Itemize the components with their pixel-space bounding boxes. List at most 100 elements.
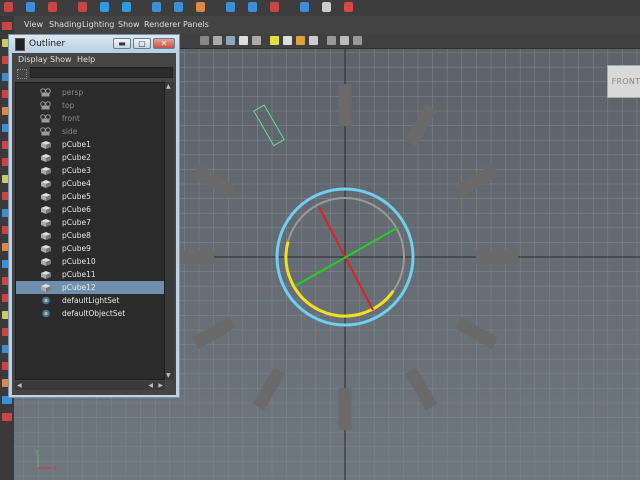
- outliner-menu-bar: Display Show Help: [12, 53, 176, 66]
- rotate-yellow-arc: [284, 241, 395, 318]
- svg-text:y: y: [35, 448, 39, 455]
- scroll-up-icon[interactable]: ▲: [166, 83, 171, 90]
- camera-icon: [40, 114, 51, 123]
- horizontal-scrollbar[interactable]: ◀ ◀ ▶: [15, 381, 165, 390]
- outliner-list[interactable]: persp top front side pCube1 pCube2 pCube3 pCube…: [15, 82, 165, 380]
- svg-text:x: x: [53, 465, 57, 472]
- outliner-item-label: pCube1: [62, 140, 91, 149]
- mesh-icon: [41, 219, 51, 227]
- toolbar-tool-icon[interactable]: [4, 2, 13, 12]
- outliner-item[interactable]: pCube2: [16, 151, 164, 164]
- outliner-menu-show[interactable]: Show: [50, 55, 72, 64]
- panel-tool-icon[interactable]: [327, 36, 336, 45]
- toolbar-tool-icon[interactable]: [322, 2, 331, 12]
- toolbar-tool-icon[interactable]: [26, 2, 35, 12]
- panel-tool-icon[interactable]: [226, 36, 235, 45]
- outliner-item[interactable]: persp: [16, 86, 164, 99]
- panel-tool-icon[interactable]: [213, 36, 222, 45]
- panel-tool-icon[interactable]: [239, 36, 248, 45]
- outliner-item[interactable]: top: [16, 99, 164, 112]
- menu-panels[interactable]: Panels: [183, 20, 209, 29]
- outliner-item[interactable]: pCube12: [16, 281, 164, 294]
- outliner-item[interactable]: pCube10: [16, 255, 164, 268]
- mesh-icon: [41, 245, 51, 253]
- outliner-item[interactable]: pCube1: [16, 138, 164, 151]
- maximize-button[interactable]: ▢: [133, 38, 151, 49]
- outliner-item-label: pCube10: [62, 257, 96, 266]
- outliner-item-label: defaultLightSet: [62, 296, 120, 305]
- panel-tool-icon[interactable]: [283, 36, 292, 45]
- panel-tool-icon[interactable]: [270, 36, 279, 45]
- camera-icon: [40, 127, 51, 136]
- panel-tool-icon[interactable]: [353, 36, 362, 45]
- outliner-item[interactable]: pCube6: [16, 203, 164, 216]
- vertical-scrollbar[interactable]: ▲ ▼: [165, 82, 174, 380]
- menu-show[interactable]: Show: [118, 20, 140, 29]
- scroll-right-icon[interactable]: ▶: [158, 382, 163, 389]
- axis-gizmo-icon: y x: [35, 448, 57, 472]
- outliner-menu-display[interactable]: Display: [18, 55, 48, 64]
- outliner-item[interactable]: pCube7: [16, 216, 164, 229]
- minimize-button[interactable]: ▬: [113, 38, 131, 49]
- menu-shading[interactable]: Shading: [49, 20, 82, 29]
- camera-icon: [40, 88, 51, 97]
- panel-tool-icon[interactable]: [252, 36, 261, 45]
- outliner-item-label: pCube5: [62, 192, 91, 201]
- scroll-down-icon[interactable]: ▼: [166, 372, 171, 379]
- outliner-window[interactable]: Outliner ▬ ▢ ✕ Display Show Help persp top f…: [8, 34, 180, 398]
- menu-view[interactable]: View: [24, 20, 43, 29]
- outliner-item[interactable]: pCube4: [16, 177, 164, 190]
- outliner-search-input[interactable]: [30, 67, 173, 78]
- close-button[interactable]: ✕: [153, 38, 175, 49]
- outliner-title-bar[interactable]: Outliner ▬ ▢ ✕: [9, 35, 179, 53]
- outliner-item-label: pCube12: [62, 283, 96, 292]
- toolbar-tool-icon[interactable]: [152, 2, 161, 12]
- menu-lighting[interactable]: Lighting: [82, 20, 114, 29]
- toolbar-tool-icon[interactable]: [196, 2, 205, 12]
- outliner-item-label: side: [62, 127, 78, 136]
- set-icon: [42, 309, 50, 318]
- set-icon: [42, 296, 50, 305]
- toolbar-tool-icon[interactable]: [174, 2, 183, 12]
- toolbar-tool-icon[interactable]: [100, 2, 109, 12]
- outliner-item[interactable]: pCube9: [16, 242, 164, 255]
- shelf-tool-icon[interactable]: [2, 413, 12, 421]
- outliner-item[interactable]: pCube11: [16, 268, 164, 281]
- filter-icon[interactable]: [17, 69, 27, 79]
- panel-tool-icon[interactable]: [309, 36, 318, 45]
- menu-renderer[interactable]: Renderer: [144, 20, 181, 29]
- scroll-left-icon[interactable]: ◀: [148, 382, 153, 389]
- outliner-item[interactable]: side: [16, 125, 164, 138]
- shelf-tool-icon[interactable]: [2, 22, 12, 30]
- outliner-item[interactable]: pCube3: [16, 164, 164, 177]
- outliner-item-label: pCube9: [62, 244, 91, 253]
- outliner-item-label: pCube4: [62, 179, 91, 188]
- mesh-icon: [41, 258, 51, 266]
- toolbar-tool-icon[interactable]: [300, 2, 309, 12]
- toolbar-tool-icon[interactable]: [122, 2, 131, 12]
- toolbar-tool-icon[interactable]: [78, 2, 87, 12]
- outliner-menu-help[interactable]: Help: [77, 55, 95, 64]
- outliner-item[interactable]: pCube8: [16, 229, 164, 242]
- panel-tool-icon[interactable]: [340, 36, 349, 45]
- panel-tool-icon[interactable]: [200, 36, 209, 45]
- toolbar-tool-icon[interactable]: [270, 2, 279, 12]
- toolbar-tool-icon[interactable]: [226, 2, 235, 12]
- mesh-icon: [41, 206, 51, 214]
- outliner-item[interactable]: defaultObjectSet: [16, 307, 164, 320]
- toolbar-tool-icon[interactable]: [48, 2, 57, 12]
- outliner-item[interactable]: pCube5: [16, 190, 164, 203]
- outliner-item[interactable]: defaultLightSet: [16, 294, 164, 307]
- scroll-left-icon[interactable]: ◀: [17, 382, 22, 389]
- cube: [476, 250, 518, 264]
- outliner-item[interactable]: front: [16, 112, 164, 125]
- rotate-x-axis: [318, 206, 374, 311]
- panel-menu-bar: View Shading Lighting Show Renderer Panels: [14, 16, 640, 35]
- panel-tool-icon[interactable]: [296, 36, 305, 45]
- toolbar-tool-icon[interactable]: [248, 2, 257, 12]
- outliner-item-label: persp: [62, 88, 84, 97]
- cube: [338, 388, 352, 430]
- toolbar-tool-icon[interactable]: [344, 2, 353, 12]
- view-cube-front[interactable]: FRONT: [607, 65, 640, 98]
- camera-icon: [40, 101, 51, 110]
